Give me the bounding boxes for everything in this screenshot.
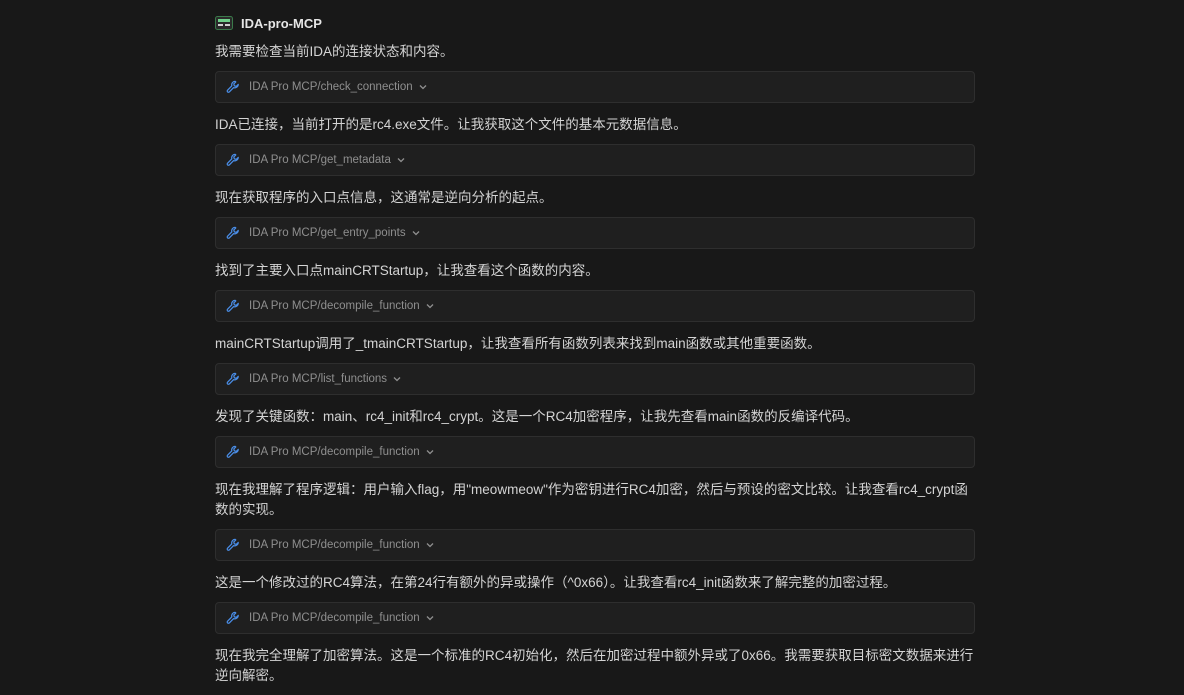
tool-call-card[interactable]: IDA Pro MCP/list_functions	[215, 363, 975, 395]
tool-call-label: IDA Pro MCP/decompile_function	[249, 300, 420, 312]
tool-call-label: IDA Pro MCP/decompile_function	[249, 446, 420, 458]
tool-call-label: IDA Pro MCP/decompile_function	[249, 612, 420, 624]
wrench-icon	[226, 153, 239, 166]
wrench-icon	[226, 299, 239, 312]
assistant-message: 现在我理解了程序逻辑：用户输入flag，用"meowmeow"作为密钥进行RC4…	[215, 482, 968, 517]
assistant-message: 这是一个修改过的RC4算法，在第24行有额外的异或操作（^0x66）。让我查看r…	[215, 575, 897, 590]
chevron-down-icon	[393, 377, 401, 382]
chevron-down-icon	[419, 85, 427, 90]
assistant-message: 找到了主要入口点mainCRTStartup，让我查看这个函数的内容。	[215, 263, 599, 278]
final-message: 现在我完全理解了加密算法。这是一个标准的RC4初始化，然后在加密过程中额外异或了…	[215, 648, 974, 683]
assistant-message: 我需要检查当前IDA的连接状态和内容。	[215, 44, 454, 59]
wrench-icon	[226, 372, 239, 385]
tool-call-card[interactable]: IDA Pro MCP/get_entry_points	[215, 217, 975, 249]
tool-call-label: IDA Pro MCP/decompile_function	[249, 539, 420, 551]
tool-call-label: IDA Pro MCP/list_functions	[249, 373, 388, 385]
tool-call-card[interactable]: IDA Pro MCP/get_metadata	[215, 144, 975, 176]
chat-transcript: IDA-pro-MCP 我需要检查当前IDA的连接状态和内容。 IDA Pro M…	[215, 10, 975, 695]
tool-call-card[interactable]: IDA Pro MCP/decompile_function	[215, 602, 975, 634]
tool-call-label: IDA Pro MCP/check_connection	[249, 81, 413, 93]
chevron-down-icon	[426, 543, 434, 548]
assistant-message: IDA已连接，当前打开的是rc4.exe文件。让我获取这个文件的基本元数据信息。	[215, 117, 687, 132]
terminal-badge-icon	[215, 16, 233, 30]
assistant-message: mainCRTStartup调用了_tmainCRTStartup，让我查看所有…	[215, 336, 821, 351]
agent-name: IDA-pro-MCP	[241, 15, 322, 31]
chevron-down-icon	[412, 231, 420, 236]
tool-call-card[interactable]: IDA Pro MCP/decompile_function	[215, 436, 975, 468]
assistant-message: 现在获取程序的入口点信息，这通常是逆向分析的起点。	[215, 190, 553, 205]
assistant-message: 发现了关键函数：main、rc4_init和rc4_crypt。这是一个RC4加…	[215, 409, 859, 424]
tool-call-label: IDA Pro MCP/get_metadata	[249, 154, 391, 166]
chevron-down-icon	[426, 304, 434, 309]
step-list: 我需要检查当前IDA的连接状态和内容。 IDA Pro MCP/check_con…	[215, 42, 975, 634]
wrench-icon	[226, 538, 239, 551]
tool-call-label: IDA Pro MCP/get_entry_points	[249, 227, 406, 239]
tool-call-card[interactable]: IDA Pro MCP/check_connection	[215, 71, 975, 103]
wrench-icon	[226, 611, 239, 624]
chevron-down-icon	[426, 450, 434, 455]
tool-call-card[interactable]: IDA Pro MCP/decompile_function	[215, 529, 975, 561]
chevron-down-icon	[426, 616, 434, 621]
wrench-icon	[226, 80, 239, 93]
tool-call-card[interactable]: IDA Pro MCP/decompile_function	[215, 290, 975, 322]
wrench-icon	[226, 445, 239, 458]
chevron-down-icon	[397, 158, 405, 163]
agent-header: IDA-pro-MCP	[215, 10, 975, 36]
wrench-icon	[226, 226, 239, 239]
